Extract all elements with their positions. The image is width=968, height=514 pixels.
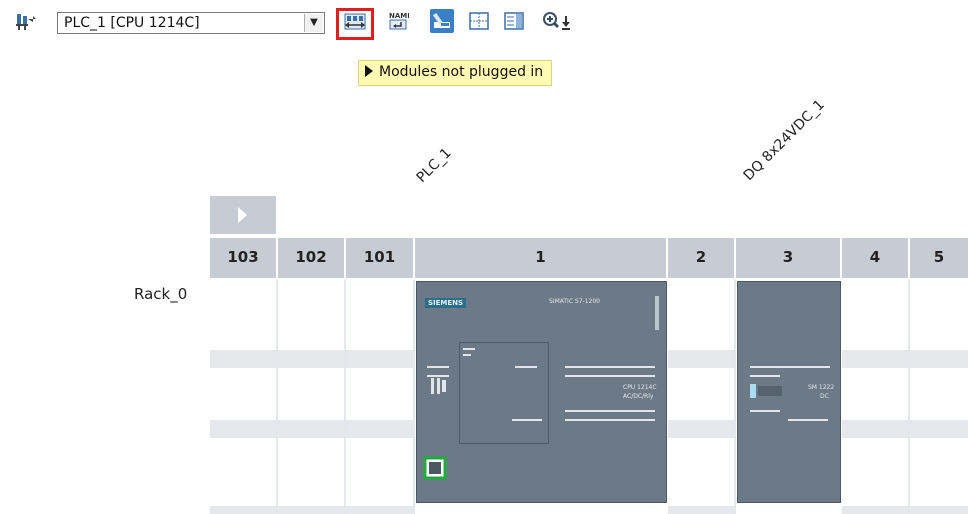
slot-header-2: 2 [668,238,736,278]
slot-header-4: 4 [842,238,910,278]
tooltip: Modules not plugged in [358,60,553,86]
slot-header-103: 103 [210,238,278,278]
slot-4[interactable] [842,280,910,514]
chevron-down-icon[interactable]: ▼ [304,14,323,32]
svg-text:NAME: NAME [389,12,409,20]
show-unplugged-modules-icon [344,13,366,30]
dq-type: DC [820,393,829,400]
dq-family: SM 1222 [808,384,835,391]
zoom-in-icon[interactable] [541,10,573,32]
slot-header-102: 102 [278,238,346,278]
show-unplugged-modules-button[interactable] [336,8,374,40]
panel-icon[interactable] [503,10,525,32]
toolbar: PLC_1 [CPU 1214C] ▼ NAME [0,0,968,46]
cpu-type: AC/DC/Rly [623,393,654,400]
slot-header-1: 1 [415,238,668,278]
network-view-icon[interactable] [15,10,37,32]
device-select-value: PLC_1 [CPU 1214C] [64,15,200,31]
cpu-model: CPU 1214C [623,384,657,391]
triangle-right-icon [238,207,247,223]
slot-102[interactable] [278,280,346,514]
grid-icon[interactable] [468,10,490,32]
cpu-module[interactable]: SIEMENS SIMATIC S7-1200 CPU 1214C AC/DC/… [416,281,667,503]
device-label-plc: PLC_1 [413,145,455,186]
expand-rack-button[interactable] [210,196,276,234]
slot-103[interactable] [210,280,278,514]
device-label-dq: DQ 8x24VDC_1 [740,96,828,184]
module-view-icon[interactable] [430,9,454,33]
tooltip-text: Modules not plugged in [379,64,544,80]
slot-header-5: 5 [910,238,968,278]
dq-module[interactable]: SM 1222 DC [737,281,841,503]
rack-name: Rack_0 [134,285,188,303]
triangle-right-icon [365,65,373,77]
slot-header-3: 3 [736,238,842,278]
slot-header-101: 101 [346,238,415,278]
slot-101[interactable] [346,280,415,514]
device-select[interactable]: PLC_1 [CPU 1214C] ▼ [57,12,325,34]
slot-5[interactable] [910,280,968,514]
show-names-icon[interactable]: NAME [387,10,412,32]
slot-2[interactable] [668,280,736,514]
